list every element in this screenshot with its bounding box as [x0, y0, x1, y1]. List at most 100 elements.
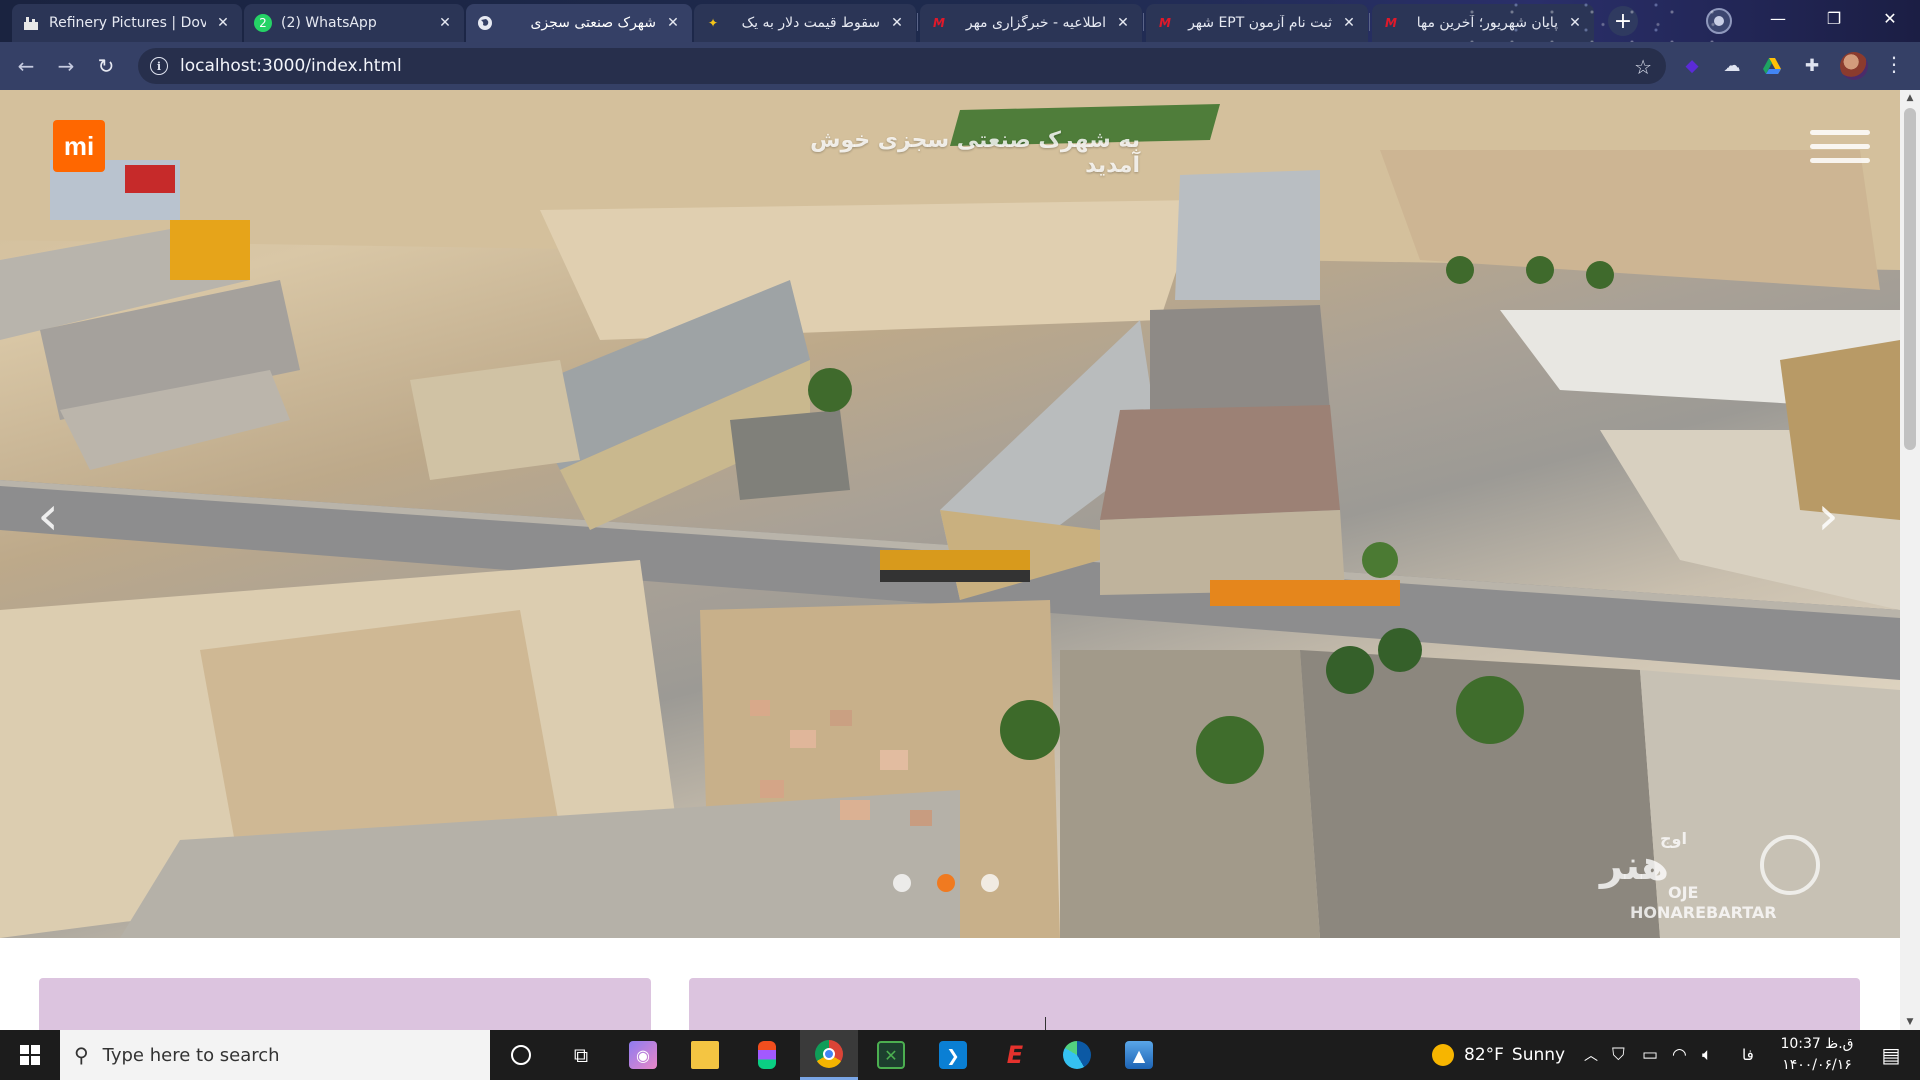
weather-widget[interactable]: 82°F Sunny	[1432, 1030, 1565, 1080]
close-icon[interactable]: ✕	[214, 14, 232, 32]
new-tab-button[interactable]: +	[1608, 6, 1638, 36]
hamburger-menu-icon[interactable]	[1810, 130, 1870, 170]
security-shield-icon[interactable]: ⛉	[1612, 1030, 1625, 1080]
weather-desc: Sunny	[1511, 1045, 1566, 1065]
input-language-indicator[interactable]: فا	[1742, 1030, 1754, 1080]
close-icon: ✕	[1883, 8, 1897, 28]
mehr-icon: M	[1385, 16, 1397, 30]
minimize-icon: —	[1770, 8, 1786, 28]
content-card-left	[39, 978, 651, 1030]
close-icon[interactable]: ✕	[1340, 14, 1358, 32]
news-star-icon: ✦	[707, 16, 719, 30]
edge-icon	[1063, 1041, 1091, 1069]
scroll-down-arrow-icon[interactable]: ▼	[1900, 1014, 1920, 1030]
notification-center-icon[interactable]: ▤	[1866, 1030, 1916, 1080]
wifi-icon[interactable]: ◠	[1672, 1030, 1687, 1080]
refinery-icon	[22, 14, 40, 32]
red-e-app-icon: E	[1006, 1041, 1024, 1069]
scroll-thumb[interactable]	[1904, 108, 1916, 450]
forward-button[interactable]: →	[52, 52, 80, 80]
volume-icon[interactable]: 🔈︎	[1702, 1030, 1712, 1080]
extension-purple-icon[interactable]: ◆	[1680, 54, 1704, 78]
page-viewport: mi به شهرک صنعتی سجزی خوش آمدید ‹ › اوج …	[0, 90, 1900, 1030]
slider-next-button[interactable]: ›	[1808, 484, 1848, 547]
task-view-icon: ⧉	[573, 1043, 589, 1067]
extension-cloud-icon[interactable]: ☁	[1720, 54, 1744, 78]
clock-time: 10:37 ق.ظ	[1780, 1036, 1854, 1052]
battery-icon[interactable]: ▭	[1642, 1030, 1658, 1080]
close-icon[interactable]: ✕	[664, 14, 682, 32]
oje-honarebartar-watermark: اوج هنر OJE HONAREBARTAR	[1590, 825, 1830, 930]
tab-ept-registration[interactable]: M ثبت نام آزمون EPT شهر ✕	[1146, 4, 1368, 42]
tab-sajzi-industrial-town[interactable]: شهرک صنعتی سجزی ✕	[466, 4, 692, 42]
scroll-up-arrow-icon[interactable]: ▲	[1900, 90, 1920, 106]
taskbar-app-figma[interactable]	[738, 1030, 796, 1080]
taskbar-app-edge[interactable]	[1048, 1030, 1106, 1080]
figma-icon	[758, 1041, 776, 1069]
back-button[interactable]: ←	[12, 52, 40, 80]
address-bar[interactable]: i localhost:3000/index.html ☆	[138, 48, 1666, 84]
reload-button[interactable]: ↻	[92, 52, 120, 80]
slider-prev-button[interactable]: ‹	[28, 484, 68, 547]
slider-indicators	[893, 874, 999, 892]
slider-dot[interactable]	[893, 874, 911, 892]
cortana-circle-icon	[511, 1045, 531, 1065]
taskbar-app-spreadsheet[interactable]: ✕	[862, 1030, 920, 1080]
spreadsheet-app-icon: ✕	[877, 1041, 905, 1069]
taskbar-app-vscode[interactable]: ❯	[924, 1030, 982, 1080]
reload-icon: ↻	[97, 54, 115, 78]
plus-icon: +	[1613, 8, 1633, 34]
taskbar-app-photos[interactable]: ▲	[1110, 1030, 1168, 1080]
restore-button[interactable]: ❐	[1806, 0, 1862, 36]
taskbar-app-chrome[interactable]	[800, 1030, 858, 1080]
minimize-button[interactable]: —	[1750, 0, 1806, 36]
taskbar-app-red-e[interactable]: E	[986, 1030, 1044, 1080]
globe-icon	[476, 14, 494, 32]
tray-overflow-chevron-icon[interactable]: ︿	[1584, 1030, 1598, 1080]
slider-dot-active[interactable]	[937, 874, 955, 892]
restore-icon: ❐	[1826, 8, 1842, 28]
url-text[interactable]: localhost:3000/index.html	[180, 56, 402, 76]
tab-dollar-price-news[interactable]: ✦ سقوط قیمت دلار به یک ✕	[694, 4, 916, 42]
film-reel-icon	[1760, 835, 1820, 895]
tab-refinery-pictures[interactable]: Refinery Pictures | Dov ✕	[12, 4, 242, 42]
profile-dot-icon	[1714, 16, 1724, 26]
browser-tab-strip: Refinery Pictures | Dov ✕ 2 (2) WhatsApp…	[0, 0, 1920, 42]
tab-search-button[interactable]	[1706, 8, 1732, 34]
menu-kebab-icon[interactable]: ⋮	[1884, 52, 1904, 76]
google-drive-icon[interactable]	[1760, 54, 1784, 78]
mehr-icon: M	[1159, 16, 1171, 30]
taskbar-app-file-explorer[interactable]	[676, 1030, 734, 1080]
info-icon[interactable]: i	[150, 57, 168, 75]
taskbar-app-paint[interactable]: ◉	[614, 1030, 672, 1080]
close-icon[interactable]: ✕	[436, 14, 454, 32]
search-placeholder: Type here to search	[102, 1044, 280, 1066]
hero-slider: mi به شهرک صنعتی سجزی خوش آمدید ‹ › اوج …	[0, 90, 1900, 938]
extensions-puzzle-icon[interactable]: ✚	[1800, 54, 1824, 78]
start-button[interactable]	[0, 1030, 60, 1080]
folder-icon	[691, 1041, 719, 1069]
close-window-button[interactable]: ✕	[1862, 0, 1918, 36]
site-logo[interactable]: mi	[53, 120, 105, 172]
close-icon[interactable]: ✕	[1114, 14, 1132, 32]
clock-date: ۱۴۰۰/۰۶/۱۶	[1782, 1057, 1852, 1073]
task-view-button[interactable]: ⧉	[552, 1030, 610, 1080]
vscode-icon: ❯	[939, 1041, 967, 1069]
page-scrollbar[interactable]: ▲ ▼	[1900, 90, 1920, 1030]
tab-end-of-shahrivar[interactable]: M پایان شهریور؛ آخرین مها ✕	[1372, 4, 1594, 42]
browser-toolbar: ← → ↻ i localhost:3000/index.html ☆	[0, 42, 1920, 90]
sun-icon	[1432, 1044, 1454, 1066]
tab-mehr-announcement[interactable]: M اطلاعیه - خبرگزاری مهر ✕	[920, 4, 1142, 42]
cortana-button[interactable]	[492, 1030, 550, 1080]
chrome-icon	[815, 1039, 843, 1068]
bookmark-star-icon[interactable]: ☆	[1634, 55, 1652, 79]
taskbar-search-box[interactable]: ⚲ Type here to search	[60, 1030, 490, 1080]
slider-dot[interactable]	[981, 874, 999, 892]
tab-whatsapp[interactable]: 2 (2) WhatsApp ✕	[244, 4, 464, 42]
close-icon[interactable]: ✕	[1566, 14, 1584, 32]
mehr-icon: M	[933, 16, 945, 30]
close-icon[interactable]: ✕	[888, 14, 906, 32]
profile-avatar[interactable]	[1840, 52, 1868, 80]
system-clock[interactable]: 10:37 ق.ظ ۱۴۰۰/۰۶/۱۶	[1772, 1034, 1862, 1076]
arrow-left-icon: ←	[17, 54, 35, 78]
